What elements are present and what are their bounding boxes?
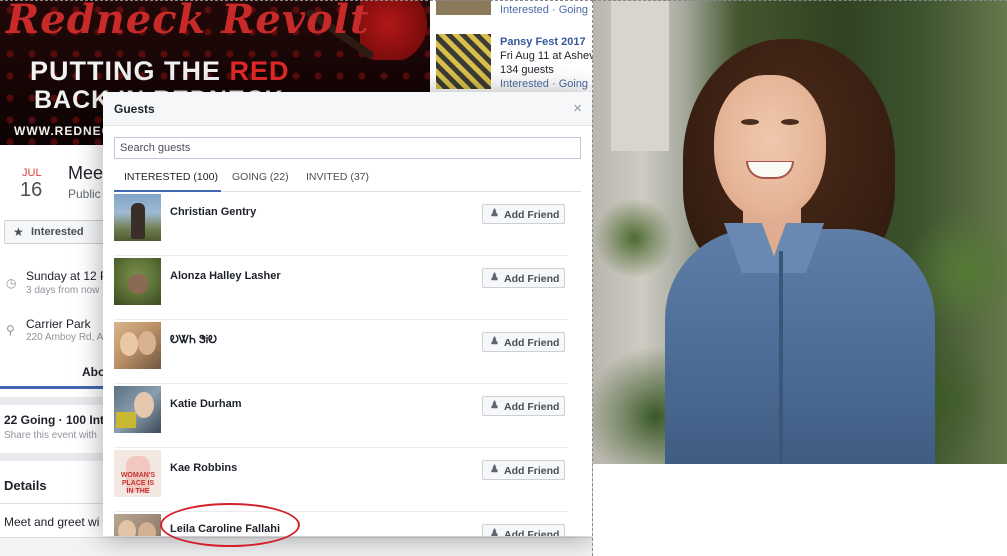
- add-friend-label: Add Friend: [504, 209, 560, 221]
- avatar[interactable]: [114, 322, 161, 369]
- guest-row: Katie Durham ♟ Add Friend: [114, 384, 568, 448]
- event-time[interactable]: Sunday at 12 P: [26, 269, 108, 283]
- add-friend-button[interactable]: ♟ Add Friend: [482, 460, 565, 480]
- related-event-2-actions[interactable]: Interested · Going: [500, 78, 588, 90]
- portrait-eye-right: [781, 119, 799, 125]
- tab-invited[interactable]: INVITED (37): [306, 164, 369, 192]
- cover-headline-1-prefix: PUTTING THE: [30, 56, 230, 86]
- guest-list: Christian Gentry ♟ Add Friend Alonza Hal…: [114, 192, 568, 536]
- portrait-eye-left: [741, 119, 759, 125]
- event-date-month: JUL: [22, 167, 42, 179]
- clock-icon: ◷: [6, 276, 17, 290]
- guest-row: Christian Gentry ♟ Add Friend: [114, 192, 568, 256]
- add-friend-button[interactable]: ♟ Add Friend: [482, 332, 565, 352]
- event-address: 220 Amboy Rd, A: [26, 332, 104, 343]
- cover-headline-1: PUTTING THE RED: [30, 56, 290, 87]
- add-friend-label: Add Friend: [504, 337, 560, 349]
- avatar[interactable]: [114, 194, 161, 241]
- related-event-1-thumb[interactable]: [436, 0, 491, 15]
- guest-name[interactable]: Kae Robbins: [170, 462, 237, 474]
- portrait-face: [714, 75, 826, 219]
- guest-name[interactable]: Christian Gentry: [170, 206, 256, 218]
- event-location[interactable]: Carrier Park: [26, 317, 91, 331]
- cover-headline-1-red: RED: [229, 56, 290, 86]
- guest-name[interactable]: ᎧᏔᏂ ᏕᎥᎧ: [170, 334, 217, 347]
- tab-about[interactable]: Abo: [82, 365, 105, 379]
- facebook-event-window: Redneck Revolt PUTTING THE RED BACK IN R…: [0, 0, 593, 556]
- related-event-1[interactable]: Interested · Going: [436, 0, 593, 18]
- related-event-2-title[interactable]: Pansy Fest 2017: [500, 36, 586, 48]
- add-friend-button[interactable]: ♟ Add Friend: [482, 204, 565, 224]
- cover-script-text: Redneck Revolt: [6, 0, 370, 43]
- event-time-relative: 3 days from now: [26, 285, 100, 296]
- add-friend-button[interactable]: ♟ Add Friend: [482, 268, 565, 288]
- event-date-day: 16: [20, 179, 43, 201]
- location-pin-icon: ⚲: [6, 323, 15, 337]
- search-guests-input[interactable]: [114, 137, 581, 159]
- interested-button[interactable]: ★ Interested: [4, 220, 112, 244]
- guests-dialog-header: Guests ×: [103, 92, 592, 126]
- avatar[interactable]: [114, 258, 161, 305]
- tab-going[interactable]: GOING (22): [232, 164, 289, 192]
- add-friend-label: Add Friend: [504, 529, 560, 536]
- add-friend-label: Add Friend: [504, 273, 560, 285]
- avatar-figure: [138, 331, 156, 355]
- add-friend-icon: ♟: [490, 336, 499, 347]
- dialog-title: Guests: [114, 102, 155, 116]
- share-text: Share this event with: [4, 430, 97, 441]
- page-bottom-strip: [0, 537, 593, 556]
- event-privacy: Public: [68, 187, 101, 201]
- avatar-figure: [138, 522, 156, 536]
- guest-row: ᎧᏔᏂ ᏕᎥᎧ ♟ Add Friend: [114, 320, 568, 384]
- tab-about-underline: [0, 386, 104, 389]
- guest-tabs: INTERESTED (100) GOING (22) INVITED (37): [114, 164, 581, 192]
- avatar-figure: [131, 203, 145, 239]
- going-summary[interactable]: 22 Going · 100 Int: [4, 413, 104, 427]
- add-friend-label: Add Friend: [504, 401, 560, 413]
- add-friend-icon: ♟: [490, 272, 499, 283]
- close-icon[interactable]: ×: [573, 100, 582, 117]
- add-friend-icon: ♟: [490, 464, 499, 475]
- avatar-shirt-text: WOMAN'S PLACE IS IN THE: [120, 472, 156, 495]
- guest-name[interactable]: Leila Caroline Fallahi: [170, 523, 280, 535]
- cover-url: WWW.REDNEC: [14, 124, 112, 138]
- interested-button-label: Interested: [31, 226, 84, 238]
- portrait-photo: [593, 0, 1007, 464]
- avatar[interactable]: [114, 386, 161, 433]
- related-event-2[interactable]: Pansy Fest 2017 Fri Aug 11 at Ashevil 13…: [436, 34, 593, 94]
- avatar-figure: [134, 392, 154, 418]
- guest-row: Alonza Halley Lasher ♟ Add Friend: [114, 256, 568, 320]
- related-event-2-thumb[interactable]: [436, 34, 491, 89]
- add-friend-icon: ♟: [490, 208, 499, 219]
- guest-row: WOMAN'S PLACE IS IN THE Kae Robbins ♟ Ad…: [114, 448, 568, 512]
- guest-row: Leila Caroline Fallahi ♟ Add Friend: [114, 512, 568, 536]
- avatar[interactable]: WOMAN'S PLACE IS IN THE: [114, 450, 161, 497]
- tab-interested[interactable]: INTERESTED (100): [114, 164, 221, 192]
- avatar-figure: [128, 274, 148, 294]
- add-friend-button[interactable]: ♟ Add Friend: [482, 396, 565, 416]
- details-heading: Details: [4, 478, 47, 493]
- star-icon: ★: [13, 225, 24, 239]
- background-pillar: [611, 1, 669, 151]
- related-event-1-actions[interactable]: Interested · Going: [500, 4, 588, 16]
- avatar[interactable]: [114, 514, 161, 536]
- avatar-figure: [118, 520, 136, 536]
- guest-name[interactable]: Alonza Halley Lasher: [170, 270, 281, 282]
- related-event-2-count: 134 guests: [500, 64, 554, 76]
- add-friend-label: Add Friend: [504, 465, 560, 477]
- add-friend-button[interactable]: ♟ Add Friend: [482, 524, 565, 536]
- guest-name[interactable]: Katie Durham: [170, 398, 242, 410]
- related-event-2-date: Fri Aug 11 at Ashevil: [500, 50, 593, 62]
- portrait-shirt-placket: [779, 251, 783, 464]
- add-friend-icon: ♟: [490, 528, 499, 536]
- details-text: Meet and greet wi: [4, 515, 100, 529]
- guests-dialog: Guests × INTERESTED (100) GOING (22) INV…: [103, 92, 592, 536]
- avatar-figure: [120, 332, 138, 356]
- avatar-figure: [116, 412, 136, 428]
- add-friend-icon: ♟: [490, 400, 499, 411]
